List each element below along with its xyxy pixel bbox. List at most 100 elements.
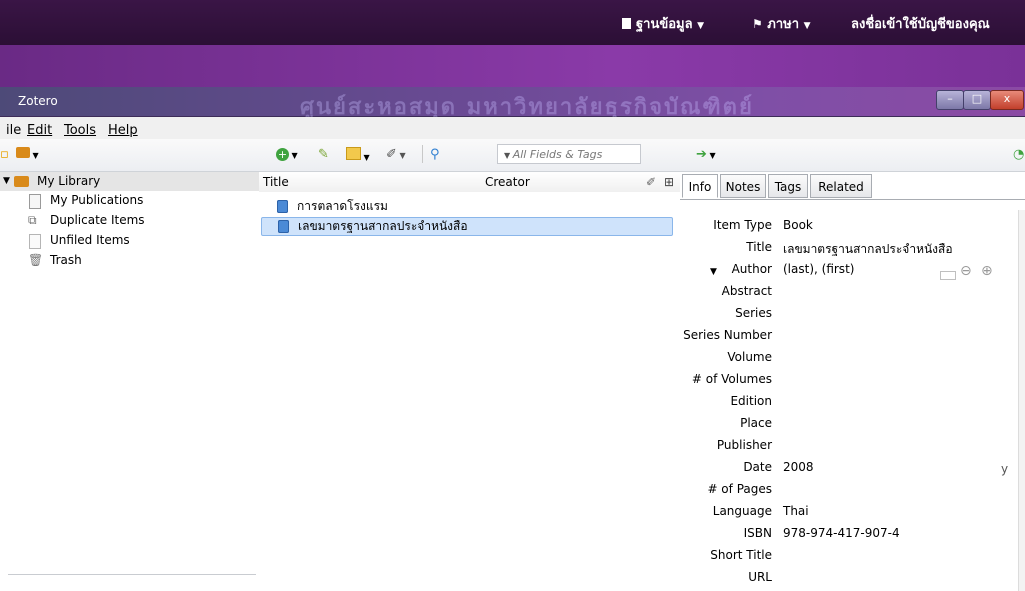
- search-input[interactable]: ▼ All Fields & Tags: [497, 144, 641, 164]
- tab-related[interactable]: Related: [810, 174, 872, 198]
- toolbar-divider: [422, 145, 423, 163]
- item-tabs: Info Notes Tags Related: [680, 172, 1025, 200]
- window-title: Zotero: [18, 94, 58, 108]
- field-label: URL: [748, 570, 772, 584]
- library-item-unfiled-items[interactable]: Unfiled Items: [0, 231, 259, 250]
- maximize-icon: □: [971, 92, 983, 105]
- field-value[interactable]: 2008: [783, 460, 814, 474]
- remove-author-icon[interactable]: ⊖: [960, 263, 972, 279]
- field-label: Author: [731, 262, 772, 276]
- folder-icon: [14, 176, 29, 187]
- field-label: Short Title: [710, 548, 772, 562]
- menu-tools-label: Tools: [64, 123, 97, 138]
- duplicate-icon: ⧉: [28, 213, 37, 227]
- library-item-label: Unfiled Items: [50, 233, 130, 247]
- column-title[interactable]: Title: [263, 175, 289, 189]
- table-row-selected[interactable]: เลขมาตรฐานสากลประจำหนังสือ: [261, 217, 673, 236]
- maximize-button[interactable]: □: [963, 90, 991, 110]
- menu-edit-label: Edit: [27, 123, 53, 138]
- chevron-down-icon: ▼: [706, 151, 716, 160]
- library-item-duplicate-items[interactable]: ⧉ Duplicate Items: [0, 211, 259, 230]
- close-icon: x: [1003, 92, 1011, 105]
- library-item-my-library[interactable]: ▼ My Library: [0, 172, 259, 191]
- field-label: Place: [740, 416, 772, 430]
- collections-pane: ▼ My Library My Publications ⧉ Duplicate…: [0, 172, 260, 591]
- new-collection-icon[interactable]: ▫: [0, 147, 9, 162]
- menu-bar: ile Edit Tools Help: [0, 117, 1025, 139]
- field-label: # of Pages: [707, 482, 772, 496]
- menu-file-label: ile: [6, 123, 22, 138]
- field-label: Date: [743, 460, 772, 474]
- book-icon: [278, 220, 289, 233]
- attachment-column-icon[interactable]: ✐: [646, 175, 656, 189]
- chevron-down-icon: ▼: [30, 151, 39, 160]
- field-value[interactable]: 978-974-417-907-4: [783, 526, 900, 540]
- tab-tags[interactable]: Tags: [768, 174, 808, 198]
- new-item-button[interactable]: + ▼: [276, 147, 298, 162]
- chevron-down-icon: ▼: [289, 151, 298, 160]
- chevron-down-icon: ▼: [504, 151, 513, 160]
- book-icon: [277, 200, 288, 213]
- library-item-my-publications[interactable]: My Publications: [0, 191, 259, 210]
- column-creator[interactable]: Creator: [485, 175, 530, 189]
- database-menu[interactable]: ฐานข้อมูล ▼: [622, 13, 704, 34]
- site-top-bar: ฐานข้อมูล ▼ ⚑ ภาษา ▼ ลงชื่อเข้าใช้บัญชีข…: [0, 0, 1025, 45]
- magnifier-icon[interactable]: ⚲: [430, 147, 440, 162]
- table-row[interactable]: การตลาดโรงแรม: [261, 197, 671, 216]
- library-item-label: Duplicate Items: [50, 213, 145, 227]
- tab-notes[interactable]: Notes: [720, 174, 766, 198]
- field-label: Item Type: [713, 218, 772, 232]
- library-actions-button[interactable]: ▼: [16, 147, 39, 162]
- library-label: My Library: [37, 174, 101, 188]
- locate-button[interactable]: ➔ ▼: [696, 147, 716, 162]
- item-title: เลขมาตรฐานสากลประจำหนังสือ: [298, 219, 468, 233]
- flag-icon: ⚑: [752, 17, 763, 31]
- tab-divider: [680, 199, 1025, 200]
- field-label: Series Number: [683, 328, 772, 342]
- close-button[interactable]: x: [990, 90, 1024, 110]
- field-label: Title: [746, 240, 772, 254]
- site-banner: [0, 45, 1025, 87]
- column-picker-icon[interactable]: ⊞: [664, 175, 674, 189]
- language-menu[interactable]: ⚑ ภาษา ▼: [752, 13, 811, 34]
- plus-circle-icon: +: [276, 148, 289, 161]
- field-value[interactable]: เลขมาตรฐานสากลประจำหนังสือ: [783, 240, 953, 259]
- window-titlebar: Zotero ศูนย์สะหอสมุด มหาวิทยาลัยธุรกิจบั…: [0, 87, 1025, 120]
- sync-icon[interactable]: ◔: [1013, 147, 1024, 162]
- arrow-right-icon: ➔: [696, 147, 707, 162]
- new-note-button[interactable]: ▼: [346, 147, 370, 164]
- add-author-icon[interactable]: ⊕: [981, 263, 993, 279]
- chevron-down-icon: ▼: [396, 151, 406, 160]
- field-value[interactable]: Thai: [783, 504, 809, 518]
- field-label: # of Volumes: [691, 372, 772, 386]
- field-value[interactable]: (last), (first): [783, 262, 854, 276]
- login-link[interactable]: ลงชื่อเข้าใช้บัญชีของคุณ: [851, 13, 990, 34]
- minimize-icon: –: [947, 92, 953, 105]
- tab-info[interactable]: Info: [682, 174, 718, 198]
- attach-button[interactable]: ✐ ▼: [386, 147, 406, 162]
- field-value[interactable]: Book: [783, 218, 813, 232]
- field-label: Publisher: [716, 438, 772, 452]
- author-mode-icon[interactable]: [940, 271, 956, 280]
- magic-wand-icon[interactable]: ✎: [318, 147, 329, 162]
- items-column-header: Title Creator ✐ ⊞: [259, 172, 680, 193]
- date-format-label: y: [1001, 462, 1009, 476]
- item-title: การตลาดโรงแรม: [297, 199, 388, 213]
- search-placeholder: All Fields & Tags: [512, 148, 603, 161]
- database-label: ฐานข้อมูล: [636, 17, 693, 32]
- language-label: ภาษา: [767, 17, 800, 32]
- item-pane-scrollbar[interactable]: [1018, 210, 1025, 591]
- field-label: Edition: [730, 394, 772, 408]
- unfiled-icon: [29, 234, 41, 249]
- field-label: Abstract: [721, 284, 772, 298]
- trash-icon: 🗑: [28, 253, 44, 267]
- menu-help-label: Help: [108, 123, 138, 138]
- field-label: Volume: [727, 350, 772, 364]
- field-label: Language: [712, 504, 772, 518]
- chevron-down-icon: ▼: [697, 21, 705, 31]
- items-pane: การตลาดโรงแรม เลขมาตรฐานสากลประจำหนังสือ: [259, 192, 681, 591]
- paperclip-icon: ✐: [386, 147, 397, 162]
- field-label: ISBN: [743, 526, 772, 540]
- minimize-button[interactable]: –: [936, 90, 964, 110]
- library-item-trash[interactable]: 🗑 Trash: [0, 251, 259, 270]
